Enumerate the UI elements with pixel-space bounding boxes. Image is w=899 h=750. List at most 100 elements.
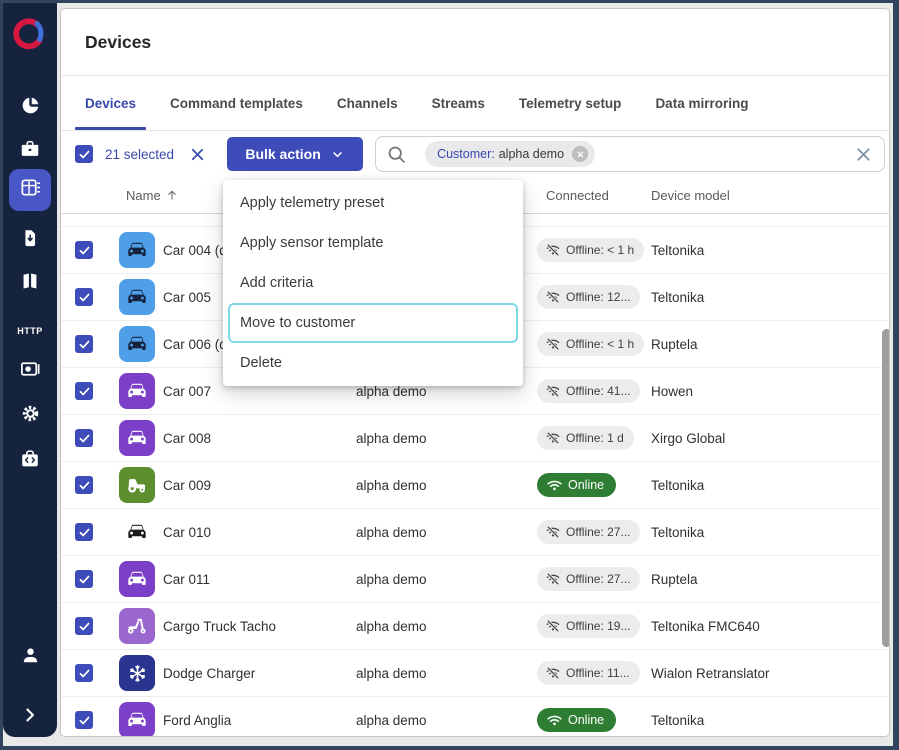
- connection-status-text: Offline: 41...: [566, 384, 630, 398]
- sidebar: HTTP: [3, 3, 57, 737]
- device-model: Wialon Retranslator: [651, 650, 770, 697]
- tab-telemetry-setup[interactable]: Telemetry setup: [519, 76, 622, 130]
- row-checkbox[interactable]: [75, 288, 93, 306]
- geofences-map-icon: [19, 270, 41, 297]
- connection-status-badge: Offline: 1 d: [537, 426, 634, 450]
- device-type-snowflake-icon: [119, 655, 155, 691]
- sidebar-item-user[interactable]: [3, 644, 57, 672]
- menu-item-move-to-customer[interactable]: Move to customer: [228, 303, 518, 343]
- sidebar-item-streams-cast[interactable]: [3, 358, 57, 386]
- device-customer: alpha demo: [356, 556, 427, 603]
- device-type-car-icon: [119, 279, 155, 315]
- connection-status-text: Offline: 19...: [566, 619, 630, 633]
- wifi-off-icon: [545, 430, 561, 446]
- device-row[interactable]: Car 010alpha demoOffline: 27...Teltonika: [61, 509, 889, 556]
- search-input[interactable]: Customer: alpha demo: [375, 136, 885, 172]
- menu-item-apply-sensor-template[interactable]: Apply sensor template: [223, 223, 523, 263]
- menu-item-delete[interactable]: Delete: [223, 343, 523, 383]
- column-label: Name: [126, 188, 161, 203]
- connection-status-badge: Offline: 27...: [537, 520, 640, 544]
- sidebar-item-tools-code[interactable]: [3, 447, 57, 475]
- row-checkbox[interactable]: [75, 664, 93, 682]
- tab-data-mirroring[interactable]: Data mirroring: [655, 76, 748, 130]
- device-model: Teltonika: [651, 227, 704, 274]
- window-frame: HTTP Devices Devices Command templates Cha…: [3, 3, 893, 746]
- tab-bar: Devices Command templates Channels Streams T…: [61, 76, 889, 131]
- row-checkbox[interactable]: [75, 523, 93, 541]
- connection-status-badge: Offline: 19...: [537, 614, 640, 638]
- wifi-off-icon: [545, 618, 561, 634]
- device-type-car-icon: [119, 326, 155, 362]
- row-checkbox[interactable]: [75, 617, 93, 635]
- filter-chip-customer[interactable]: Customer: alpha demo: [425, 141, 595, 167]
- devices-panel: Devices Devices Command templates Channels…: [60, 8, 890, 737]
- wifi-off-icon: [545, 383, 561, 399]
- device-row[interactable]: Dodge Chargeralpha demoOffline: 11...Wia…: [61, 650, 889, 697]
- close-icon: [576, 150, 585, 159]
- clear-selection-button[interactable]: [188, 145, 207, 164]
- device-customer: alpha demo: [356, 650, 427, 697]
- wifi-off-icon: [545, 571, 561, 587]
- clear-search-button[interactable]: [853, 144, 874, 165]
- device-row[interactable]: Car 011alpha demoOffline: 27...Ruptela: [61, 556, 889, 603]
- row-checkbox[interactable]: [75, 476, 93, 494]
- column-header-device-model[interactable]: Device model: [651, 177, 730, 213]
- sidebar-item-dashboard-pie[interactable]: [3, 94, 57, 122]
- row-checkbox[interactable]: [75, 570, 93, 588]
- device-model: Howen: [651, 368, 693, 415]
- sidebar-item-geofences-map[interactable]: [3, 269, 57, 297]
- connection-status-text: Offline: 12...: [566, 290, 630, 304]
- remove-filter-button[interactable]: [572, 146, 588, 162]
- device-row[interactable]: Car 009alpha demoOnlineTeltonika: [61, 462, 889, 509]
- active-item-highlight: [9, 169, 51, 211]
- device-name: Ford Anglia: [163, 697, 231, 737]
- close-icon: [188, 145, 207, 164]
- wifi-off-icon: [545, 242, 561, 258]
- row-checkbox[interactable]: [75, 335, 93, 353]
- column-label: Device model: [651, 188, 730, 203]
- device-model: Teltonika: [651, 509, 704, 556]
- row-checkbox[interactable]: [75, 382, 93, 400]
- sidebar-item-http[interactable]: HTTP: [3, 317, 57, 345]
- sidebar-item-settings-gear[interactable]: [3, 402, 57, 430]
- sidebar-item-devices[interactable]: [3, 169, 57, 211]
- menu-item-apply-telemetry-preset[interactable]: Apply telemetry preset: [223, 183, 523, 223]
- app-logo[interactable]: [3, 15, 57, 55]
- select-all-checkbox[interactable]: [75, 145, 93, 163]
- column-header-connected[interactable]: Connected: [546, 177, 609, 213]
- tab-command-templates[interactable]: Command templates: [170, 76, 303, 130]
- device-row[interactable]: Car 008alpha demoOffline: 1 dXirgo Globa…: [61, 415, 889, 462]
- row-checkbox[interactable]: [75, 711, 93, 729]
- sidebar-item-sim-cards[interactable]: [3, 226, 57, 254]
- vertical-scrollbar-thumb[interactable]: [882, 329, 890, 647]
- device-row[interactable]: Cargo Truck Tachoalpha demoOffline: 19..…: [61, 603, 889, 650]
- device-row[interactable]: Ford Angliaalpha demoOnlineTeltonika: [61, 697, 889, 737]
- menu-item-add-criteria[interactable]: Add criteria: [223, 263, 523, 303]
- device-customer: alpha demo: [356, 509, 427, 556]
- wifi-icon: [546, 712, 563, 729]
- tab-streams[interactable]: Streams: [432, 76, 485, 130]
- sim-cards-icon: [19, 227, 41, 254]
- column-header-name[interactable]: Name: [126, 177, 179, 213]
- wifi-off-icon: [545, 289, 561, 305]
- connection-status-text: Offline: 1 d: [566, 431, 624, 445]
- connection-status-text: Offline: 11...: [566, 666, 630, 680]
- device-model: Xirgo Global: [651, 415, 725, 462]
- connection-status-text: Offline: < 1 h: [566, 243, 634, 257]
- page-title: Devices: [85, 32, 151, 53]
- tab-devices[interactable]: Devices: [85, 76, 136, 130]
- check-icon: [78, 148, 91, 161]
- wifi-off-icon: [545, 524, 561, 540]
- sidebar-item-expand-chevron[interactable]: [3, 703, 57, 731]
- bulk-action-button[interactable]: Bulk action: [227, 137, 363, 171]
- row-checkbox[interactable]: [75, 241, 93, 259]
- device-type-car-icon: [119, 232, 155, 268]
- close-icon: [853, 144, 874, 165]
- device-model: Ruptela: [651, 556, 698, 603]
- row-checkbox[interactable]: [75, 429, 93, 447]
- device-type-scooter-icon: [119, 608, 155, 644]
- tab-channels[interactable]: Channels: [337, 76, 398, 130]
- device-name: Car 004 (d: [163, 227, 227, 274]
- sidebar-item-toolbox-briefcase[interactable]: [3, 137, 57, 165]
- selection-toolbar: 21 selected Bulk action Customer: alpha …: [61, 131, 889, 177]
